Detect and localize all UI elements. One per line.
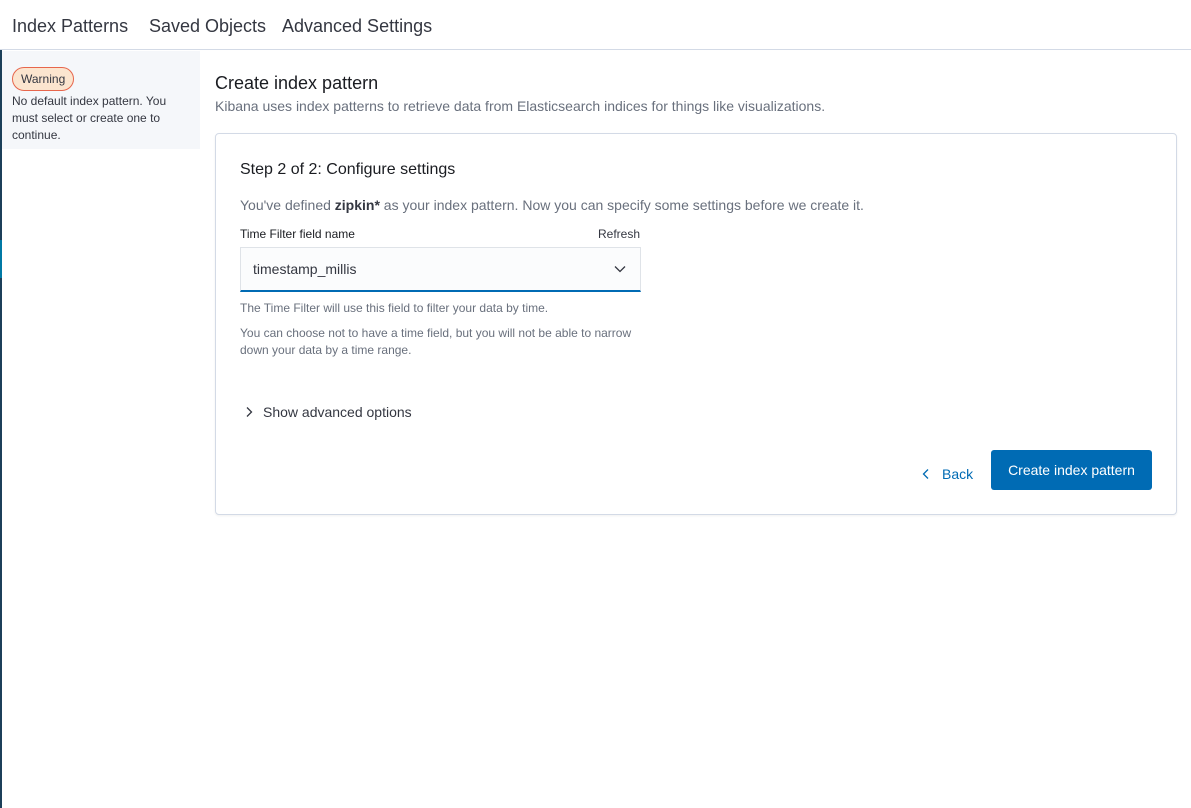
time-filter-field-label: Time Filter field name	[240, 227, 355, 241]
no-time-field-help-text: You can choose not to have a time field,…	[240, 326, 632, 357]
sidebar: Warning No default index pattern. You mu…	[2, 51, 200, 149]
defined-pattern-name: zipkin*	[334, 197, 380, 213]
chevron-right-icon	[246, 407, 253, 417]
time-filter-help-text: The Time Filter will use this field to f…	[240, 301, 549, 315]
tab-advanced-settings[interactable]: Advanced Settings	[282, 16, 432, 37]
left-edge-marker	[0, 240, 2, 278]
show-advanced-options-toggle[interactable]: Show advanced options	[243, 402, 412, 422]
management-tabs-header: Index Patterns Saved Objects Advanced Se…	[0, 0, 1191, 50]
create-index-pattern-button[interactable]: Create index pattern	[991, 450, 1152, 490]
tab-saved-objects[interactable]: Saved Objects	[149, 16, 266, 37]
back-button-label: Back	[942, 466, 974, 482]
defined-pattern-text: You've defined zipkin* as your index pat…	[240, 197, 864, 213]
tab-index-patterns[interactable]: Index Patterns	[12, 16, 128, 37]
back-button[interactable]: Back	[920, 460, 973, 488]
kibana-management-page: Index Patterns Saved Objects Advanced Se…	[0, 0, 1191, 808]
defined-prefix: You've defined	[240, 197, 335, 213]
show-advanced-options-label: Show advanced options	[263, 404, 412, 420]
refresh-button[interactable]: Refresh	[598, 227, 640, 241]
chevron-down-icon	[614, 266, 626, 273]
warning-message: No default index pattern. You must selec…	[12, 94, 167, 142]
chevron-left-icon	[922, 469, 929, 479]
time-filter-field-select[interactable]: timestamp_millis	[240, 247, 641, 292]
page-title: Create index pattern	[215, 73, 379, 93]
time-filter-selected-value: timestamp_millis	[253, 261, 357, 277]
configure-settings-panel: Step 2 of 2: Configure settings You've d…	[215, 133, 1177, 515]
defined-suffix: as your index pattern. Now you can speci…	[379, 197, 864, 213]
warning-badge: Warning	[12, 67, 75, 91]
step-title: Step 2 of 2: Configure settings	[240, 161, 456, 178]
page-subtitle: Kibana uses index patterns to retrieve d…	[215, 98, 826, 114]
